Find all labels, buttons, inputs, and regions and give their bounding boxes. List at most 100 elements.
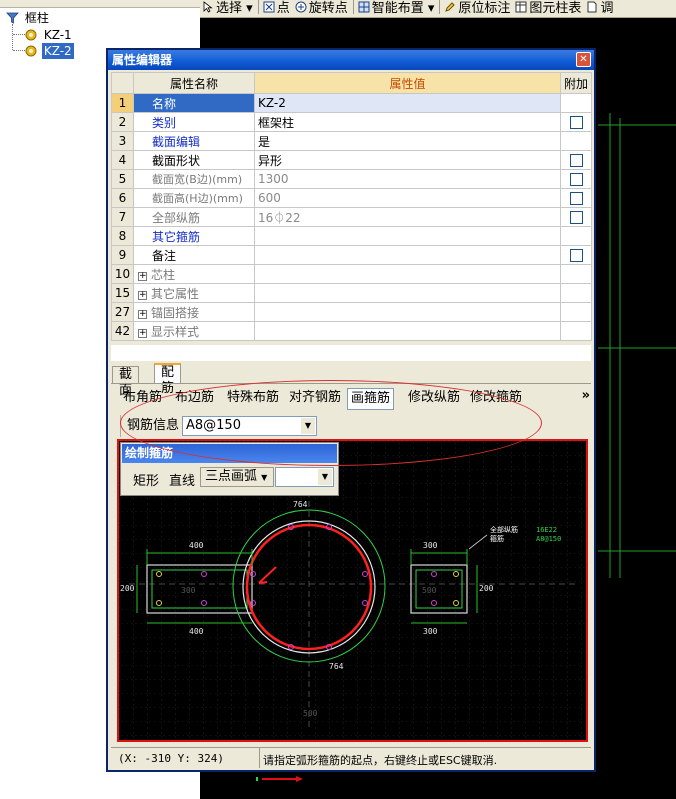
extra-checkbox[interactable]	[569, 249, 583, 262]
row-number: 42	[111, 321, 134, 341]
dim-right-bottom: 300	[423, 627, 438, 636]
table-row[interactable]: 2 类别 框架柱	[111, 112, 592, 132]
tree-scrollbar[interactable]	[0, 0, 200, 8]
property-value	[254, 283, 561, 303]
inplace-annotation-button[interactable]: 原位标注	[442, 1, 513, 17]
tree-item-kz2[interactable]: KZ-2	[24, 43, 74, 59]
table-row[interactable]: 5 截面宽(B边)(mm) 1300	[111, 169, 592, 189]
table-row-group[interactable]: 27 + 锚固搭接	[111, 302, 592, 322]
dim-left-inner: 300	[181, 586, 196, 595]
row-number: 4	[111, 150, 134, 170]
dim-left-bottom: 400	[189, 627, 204, 636]
table-row-group[interactable]: 15 + 其它属性	[111, 283, 592, 303]
property-value[interactable]: KZ-2	[254, 93, 561, 113]
property-extra	[560, 188, 592, 208]
coordinate-readout: (X: -310 Y: 324)	[118, 752, 224, 765]
property-name: 类别	[133, 112, 255, 132]
property-name: 截面宽(B边)(mm)	[133, 169, 255, 189]
property-value[interactable]	[254, 226, 561, 246]
property-value[interactable]	[254, 245, 561, 265]
table-row-group[interactable]: 10 + 芯柱	[111, 264, 592, 284]
extra-checkbox[interactable]	[569, 173, 583, 186]
point-button[interactable]: 点	[261, 1, 293, 17]
legend-value-stirrup: A8@150	[536, 535, 561, 543]
table-row[interactable]: 8 其它箍筋	[111, 226, 592, 246]
rotate-point-label: 旋转点	[308, 1, 348, 16]
tab-rebar[interactable]: 配筋	[154, 363, 182, 396]
pencil-icon	[445, 2, 456, 12]
property-name: 其它箍筋	[133, 226, 255, 246]
property-name: 截面形状	[133, 150, 255, 170]
close-icon: ✕	[579, 54, 588, 65]
row-number: 27	[111, 302, 134, 322]
extra-checkbox[interactable]	[569, 211, 583, 224]
expand-icon[interactable]: +	[138, 290, 147, 300]
tab-section[interactable]: 截面	[112, 366, 140, 398]
legend-value-longitudinal: 16E22	[536, 526, 557, 534]
extra-checkbox[interactable]	[569, 116, 583, 129]
property-extra	[560, 302, 592, 322]
dim-top-arc: 764	[293, 500, 308, 509]
gear-icon	[25, 45, 37, 57]
close-button[interactable]: ✕	[576, 52, 591, 67]
grid-icon	[358, 1, 370, 13]
extra-checkbox[interactable]	[569, 154, 583, 167]
property-editor-dialog: 属性编辑器 ✕ 属性名称 属性值 附加 1 名称 KZ-2 2 类别 框架柱 3…	[106, 48, 596, 772]
property-value[interactable]: 16⏀22	[254, 207, 561, 227]
grid-empty-area	[111, 345, 591, 361]
smart-layout-button[interactable]: 智能布置 ▾	[356, 1, 438, 17]
dialog-titlebar[interactable]: 属性编辑器 ✕	[108, 50, 594, 70]
property-extra	[560, 150, 592, 170]
table-row[interactable]: 6 截面高(H边)(mm) 600	[111, 188, 592, 208]
property-value[interactable]: 是	[254, 131, 561, 151]
select-button[interactable]: 选择 ▾	[200, 1, 256, 17]
table-row[interactable]: 9 备注	[111, 245, 592, 265]
line-button[interactable]: 直线	[169, 470, 195, 489]
row-number: 3	[111, 131, 134, 151]
annotation-ellipse	[120, 380, 542, 466]
property-value[interactable]: 600	[254, 188, 561, 208]
palette-input[interactable]: ▼	[275, 467, 334, 487]
property-extra	[560, 169, 592, 189]
dim-bottom-arc: 764	[329, 662, 344, 671]
property-extra	[560, 207, 592, 227]
more-icon[interactable]: »	[582, 388, 590, 403]
adjust-button[interactable]: 调	[584, 1, 616, 17]
table-row[interactable]: 1 名称 KZ-2	[111, 93, 592, 113]
dialog-title: 属性编辑器	[112, 53, 173, 67]
rotate-icon	[295, 1, 307, 13]
group-label: 锚固搭接	[151, 305, 200, 320]
expand-icon[interactable]: +	[138, 271, 147, 281]
table-row[interactable]: 7 全部纵筋 16⏀22	[111, 207, 592, 227]
header-value: 属性值	[254, 72, 561, 94]
rectangle-button[interactable]: 矩形	[133, 470, 159, 489]
gear-icon	[25, 29, 37, 41]
property-extra	[560, 321, 592, 341]
header-name: 属性名称	[133, 72, 255, 94]
row-number: 6	[111, 188, 134, 208]
table-row-group[interactable]: 42 + 显示样式	[111, 321, 592, 341]
expand-icon[interactable]: +	[138, 309, 147, 319]
tree-root-label: 框柱	[24, 11, 49, 25]
tree-item-kz1[interactable]: KZ-1	[24, 27, 74, 43]
property-grid: 属性名称 属性值 附加 1 名称 KZ-2 2 类别 框架柱 3 截面编辑 是 …	[111, 72, 592, 341]
property-group: + 其它属性	[133, 283, 255, 303]
column-table-button[interactable]: 图元柱表	[513, 1, 584, 17]
dim-left-height: 200	[120, 584, 135, 593]
chevron-down-icon[interactable]: ▼	[318, 469, 332, 485]
rotate-point-button[interactable]: 旋转点	[293, 1, 351, 17]
expand-icon[interactable]: +	[138, 328, 147, 338]
property-value[interactable]: 框架柱	[254, 112, 561, 132]
legend-label-longitudinal: 全部纵筋	[490, 525, 518, 534]
arc-mode-select[interactable]: 三点画弧 ▼	[200, 467, 274, 487]
column-table-label: 图元柱表	[529, 1, 582, 16]
header-corner	[111, 72, 134, 94]
property-value	[254, 321, 561, 341]
table-row[interactable]: 4 截面形状 异形	[111, 150, 592, 170]
table-row[interactable]: 3 截面编辑 是	[111, 131, 592, 151]
extra-checkbox[interactable]	[569, 192, 583, 205]
property-value[interactable]: 1300	[254, 169, 561, 189]
row-number: 9	[111, 245, 134, 265]
property-value[interactable]: 异形	[254, 150, 561, 170]
adjust-label: 调	[600, 1, 614, 16]
